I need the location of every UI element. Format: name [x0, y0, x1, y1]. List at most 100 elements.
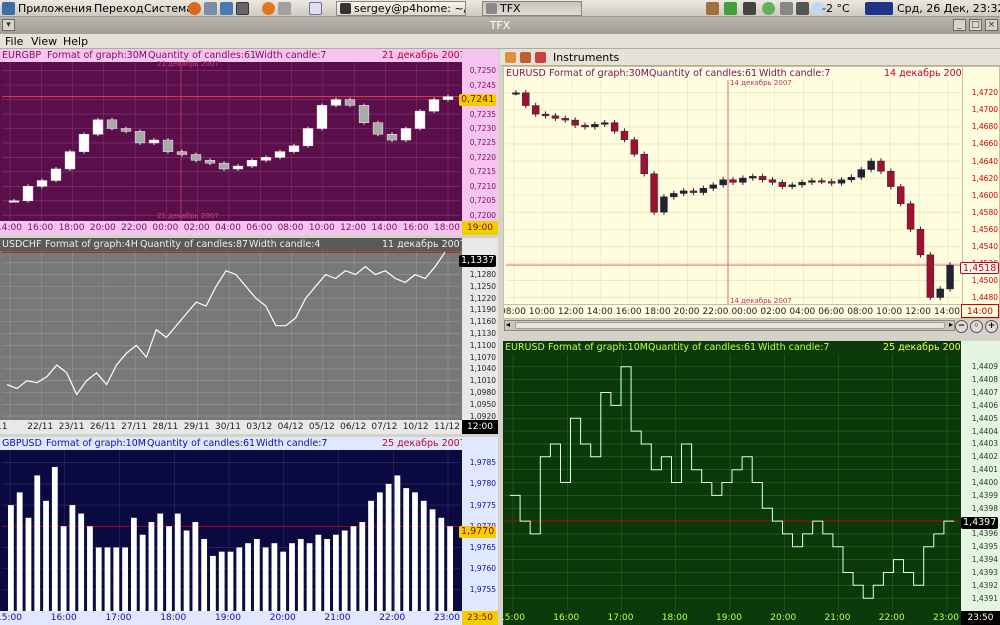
time-label: 22:00	[379, 613, 406, 623]
candle-body	[302, 128, 314, 147]
browser-launcher-icon[interactable]	[262, 2, 275, 15]
time-label: 20:00	[770, 613, 797, 623]
clock[interactable]: Срд, 26 Дек, 23:32	[897, 1, 1000, 16]
price-scale-label: 1,4395	[971, 542, 998, 552]
gnome-foot-icon[interactable]	[2, 2, 15, 15]
firefox-launcher-icon[interactable]	[188, 2, 201, 15]
price-scale-label: 1,4403	[971, 439, 998, 449]
candle-body	[551, 115, 560, 119]
time-label: 03/12	[246, 422, 273, 432]
candle-body	[232, 165, 244, 170]
panel-eurusd-10m[interactable]: EURUSD Format of graph:10M Quantity of c…	[503, 341, 1000, 625]
time-axis: 15:00 16:00 17:00 18:00 19:00 20:00 21:00 22:00…	[0, 611, 462, 625]
arrange-icon[interactable]	[520, 52, 531, 63]
instruments-icon[interactable]	[535, 52, 546, 63]
price-scale-label: 0,7245	[469, 80, 496, 90]
terminal-launcher-icon[interactable]	[236, 2, 249, 15]
price-bar	[429, 509, 436, 611]
scroll-right-icon[interactable]: ▸	[949, 320, 953, 329]
zoom-fit-icon[interactable]: ◦	[970, 320, 983, 333]
price-scale-label: 0,7235	[469, 109, 496, 119]
price-bar	[403, 488, 410, 611]
mail-launcher-icon[interactable]	[204, 2, 217, 15]
panel-usdchf[interactable]: USDCHF Format of graph:4H Quantity of ca…	[0, 238, 498, 434]
editor-launcher-icon[interactable]	[278, 2, 291, 15]
task-tfx[interactable]: TFX	[482, 1, 582, 16]
candle-body	[428, 99, 440, 112]
tray-status-icon[interactable]	[724, 2, 737, 15]
candle-body	[689, 190, 698, 193]
price-bar	[8, 505, 14, 611]
candle-body	[640, 153, 648, 175]
corner-time: 19:00	[462, 221, 498, 235]
price-bar	[236, 547, 243, 611]
menu-view[interactable]: View	[31, 34, 57, 49]
panel-gbpusd[interactable]: GBPUSD Format of graph:10M Quantity of c…	[0, 437, 498, 625]
time-label: 20:00	[89, 223, 116, 233]
window-menu-icon[interactable]: ▾	[2, 19, 15, 31]
pin-icon[interactable]	[505, 52, 516, 63]
time-label: 21:00	[824, 613, 851, 623]
time-label: 10:00	[308, 223, 335, 233]
price-bar	[25, 517, 32, 611]
menu-file[interactable]: File	[5, 34, 23, 49]
tray-app-icon[interactable]	[706, 2, 719, 15]
candle-body	[749, 176, 757, 179]
price-scale-label: 0,7200	[469, 210, 496, 220]
menu-help[interactable]: Help	[63, 34, 88, 49]
price-scale-label: 1,4700	[971, 105, 998, 115]
scrollbar-thumb[interactable]	[515, 322, 945, 329]
candle-body	[92, 119, 104, 135]
time-label: 12:00	[557, 307, 584, 317]
candle-body	[176, 151, 188, 155]
price-bar	[78, 513, 85, 611]
panel-eurgbp[interactable]: EURGBP Format of graph:30M Quantity of c…	[0, 49, 498, 235]
time-label: 16:00	[50, 613, 77, 623]
price-scale-label: 1,9780	[469, 479, 496, 489]
candle-body	[330, 99, 342, 106]
maximize-button[interactable]: □	[969, 19, 982, 31]
candle-body	[946, 264, 954, 290]
tray-battery-icon[interactable]	[780, 2, 793, 15]
eurusd-10m-chart	[505, 354, 959, 611]
checkbox-app-icon[interactable]	[309, 2, 322, 15]
panel-eurusd-30m[interactable]: EURUSD Format of graph:30M Quantity of c…	[503, 66, 1000, 319]
task-terminal[interactable]: sergey@p4home: ~/src/t...	[336, 1, 466, 16]
chart-scrollbar[interactable]: ◂ ▸	[504, 320, 955, 331]
time-label: 20:00	[673, 307, 700, 317]
tray-network-icon[interactable]	[762, 2, 775, 15]
tray-monitor-icon[interactable]	[743, 2, 756, 15]
scroll-left-icon[interactable]: ◂	[506, 320, 510, 329]
price-scale-label: 0,7205	[469, 196, 496, 206]
price-bar	[262, 547, 269, 611]
temperature[interactable]: -2 °C	[822, 1, 850, 16]
time-label: 00:00	[731, 307, 758, 317]
time-label: 15:00	[0, 613, 22, 623]
candle-body	[372, 122, 384, 135]
current-price: 0,7241	[459, 94, 497, 106]
menu-applications[interactable]: Приложения	[18, 1, 92, 16]
window-titlebar[interactable]: TFX ▾ _ □ ×	[0, 17, 1000, 34]
candle-body	[190, 154, 202, 161]
usdchf-chart	[2, 251, 460, 420]
price-bar	[60, 526, 67, 611]
price-bar	[227, 551, 234, 611]
app-launcher-icon[interactable]	[220, 2, 233, 15]
menu-places[interactable]: Переход	[94, 1, 144, 16]
candle-body	[798, 182, 806, 186]
candle-body	[78, 134, 90, 152]
zoom-out-icon[interactable]: −	[955, 320, 968, 333]
menubar: File View Help	[0, 34, 1000, 49]
minimize-button[interactable]: _	[953, 19, 966, 31]
uk-flag-icon[interactable]	[865, 2, 893, 15]
time-label: 16:00	[553, 613, 580, 623]
menu-system[interactable]: Система	[144, 1, 193, 16]
zoom-in-icon[interactable]: +	[985, 320, 998, 333]
price-bar	[87, 526, 93, 611]
candle-body	[218, 162, 230, 170]
instruments-label[interactable]: Instruments	[553, 51, 619, 64]
close-button[interactable]: ×	[985, 19, 998, 31]
time-label: 22/11	[27, 422, 54, 432]
eurusd-30m-chart	[506, 80, 960, 306]
tray-volume-icon[interactable]	[796, 2, 809, 15]
